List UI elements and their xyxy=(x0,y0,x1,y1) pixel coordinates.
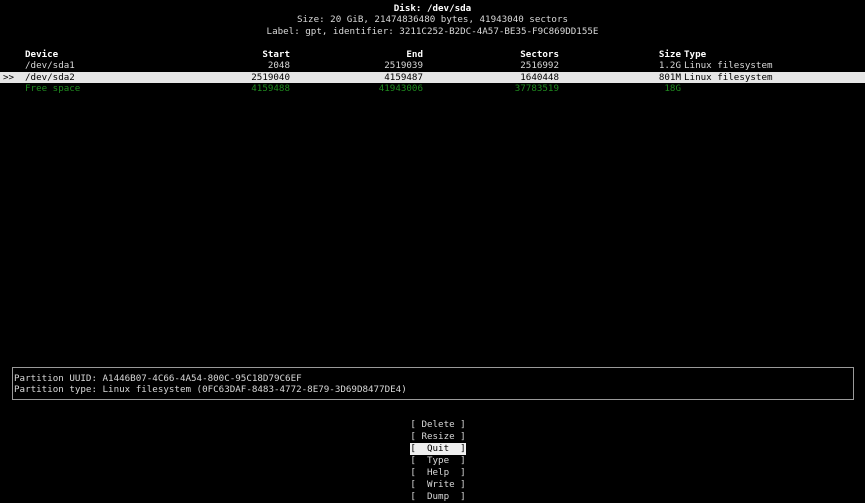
write-button[interactable]: [ Write ] xyxy=(410,479,465,491)
row-device: /dev/sda1 xyxy=(25,60,75,71)
row-device: Free space xyxy=(25,83,81,94)
disk-size: Size: 20 GiB, 21474836480 bytes, 4194304… xyxy=(296,14,569,25)
row-device: /dev/sda2 xyxy=(25,71,75,83)
col-device: Device xyxy=(25,49,59,60)
row-end: 4159487 xyxy=(384,71,423,83)
partition-type: Partition type: Linux filesystem (0FC63D… xyxy=(14,384,407,395)
free-space-row[interactable]: Free space 4159488 41943006 37783519 18G xyxy=(0,83,865,95)
col-size: Size xyxy=(658,49,681,60)
row-sectors: 1640448 xyxy=(520,71,559,83)
row-marker: >> xyxy=(3,71,15,83)
row-size: 18G xyxy=(664,83,681,94)
disk-label: Label: gpt, identifier: 3211C252-B2DC-4A… xyxy=(266,26,599,37)
quit-button[interactable]: [ Quit ] xyxy=(410,443,466,455)
resize-button[interactable]: [ Resize ] xyxy=(410,431,465,443)
row-end: 41943006 xyxy=(378,83,423,94)
partition-row-selected[interactable]: >> /dev/sda2 2519040 4159487 1640448 801… xyxy=(0,71,865,83)
action-menu: [ Delete ] [ Resize ] [ Quit ] [ Type ] … xyxy=(0,407,865,503)
row-start: 4159488 xyxy=(251,83,290,94)
row-end: 2519039 xyxy=(384,60,423,71)
help-button[interactable]: [ Help ] xyxy=(410,467,465,479)
partition-row[interactable]: /dev/sda1 2048 2519039 2516992 1.2G Linu… xyxy=(0,60,865,72)
row-sectors: 2516992 xyxy=(520,60,559,71)
dump-button[interactable]: [ Dump ] xyxy=(410,491,465,503)
partition-info-box: Partition UUID: A1446B07-4C66-4A54-800C-… xyxy=(12,367,854,400)
row-start: 2048 xyxy=(267,60,290,71)
row-size: 801M xyxy=(658,71,681,83)
row-start: 2519040 xyxy=(251,71,290,83)
col-start: Start xyxy=(262,49,290,60)
row-sectors: 37783519 xyxy=(514,83,559,94)
row-type: Linux filesystem xyxy=(684,60,773,71)
table-header: Device Start End Sectors Size Type xyxy=(0,49,865,61)
row-size: 1.2G xyxy=(658,60,681,71)
row-type: Linux filesystem xyxy=(684,71,773,83)
delete-button[interactable]: [ Delete ] xyxy=(410,419,465,431)
col-sectors: Sectors xyxy=(520,49,559,60)
col-end: End xyxy=(406,49,423,60)
disk-title: Disk: /dev/sda xyxy=(393,3,472,14)
col-type: Type xyxy=(684,49,707,60)
partition-uuid: Partition UUID: A1446B07-4C66-4A54-800C-… xyxy=(14,373,302,384)
